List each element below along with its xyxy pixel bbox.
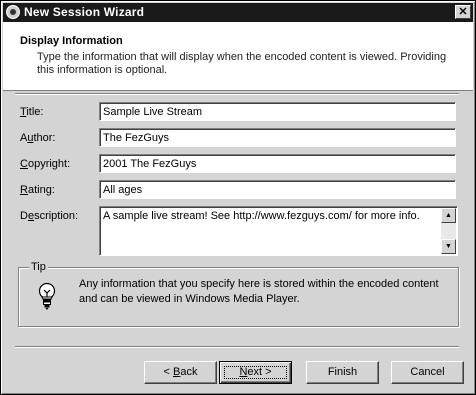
header-divider (15, 93, 459, 95)
page-description: Type the information that will display w… (37, 51, 447, 76)
finish-button[interactable]: Finish (306, 361, 379, 384)
author-label: Author: (20, 132, 56, 144)
title-bar[interactable]: New Session Wizard ✕ (3, 3, 473, 22)
scroll-up-button[interactable]: ▲ (441, 208, 456, 223)
rating-label: Rating: (20, 184, 55, 196)
copyright-field[interactable]: 2001 The FezGuys (99, 154, 456, 173)
description-field[interactable]: A sample live stream! See http://www.fez… (99, 206, 458, 256)
tip-legend: Tip (29, 260, 48, 274)
description-scrollbar[interactable]: ▲ ▼ (441, 208, 456, 254)
scroll-down-button[interactable]: ▼ (441, 239, 456, 254)
rating-field[interactable]: All ages (99, 180, 456, 199)
header-panel: Display Information Type the information… (3, 22, 473, 91)
cancel-button[interactable]: Cancel (391, 361, 464, 384)
tip-group: Tip Any information that you specify her… (18, 260, 459, 327)
next-button[interactable]: Next > (219, 361, 292, 384)
title-field[interactable]: Sample Live Stream (99, 102, 456, 121)
author-field[interactable]: The FezGuys (99, 128, 456, 147)
copyright-label: Copyright: (20, 158, 71, 170)
description-label: Description: (20, 210, 79, 222)
bulb-icon (38, 282, 56, 312)
window-title: New Session Wizard (24, 5, 145, 19)
back-button[interactable]: < Back (144, 361, 217, 384)
title-label: Title: (20, 106, 44, 118)
close-button[interactable]: ✕ (455, 5, 471, 19)
description-text: A sample live stream! See http://www.fez… (103, 210, 420, 222)
footer-divider (15, 346, 459, 348)
tip-text: Any information that you specify here is… (79, 278, 439, 305)
wizard-window: New Session Wizard ✕ Display Information… (0, 0, 476, 395)
app-icon (6, 5, 20, 19)
page-title: Display Information (20, 35, 123, 47)
